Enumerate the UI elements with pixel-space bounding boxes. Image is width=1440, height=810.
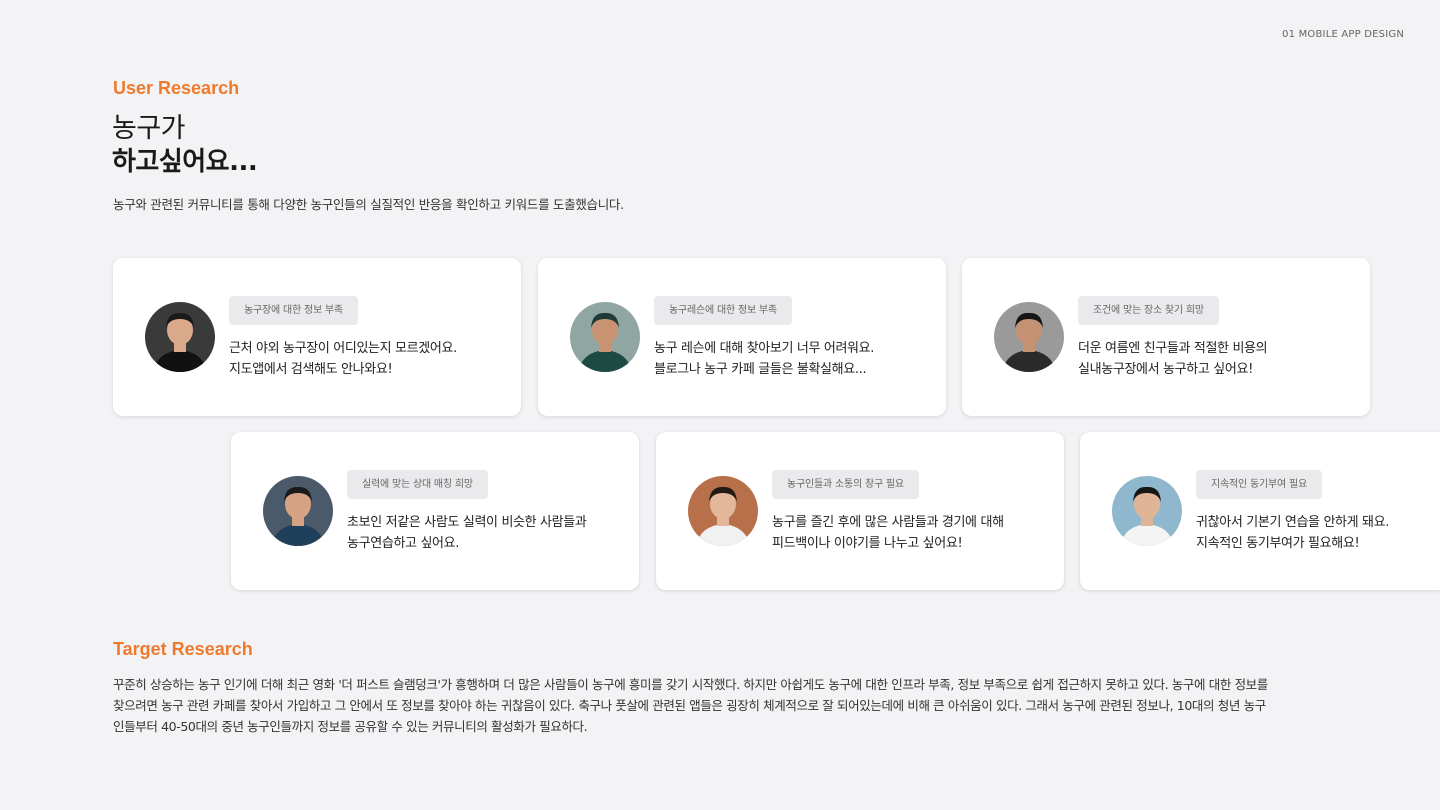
quote-line: 지도앱에서 검색해도 안나와요! [229, 362, 393, 377]
research-card: 지속적인 동기부여 필요귀찮아서 기본기 연습을 안하게 돼요. 지속적인 동기부… [1080, 432, 1440, 590]
user-quote: 초보인 저같은 사람도 실력이 비슷한 사람들과농구연습하고 싶어요. [347, 512, 587, 554]
quote-line: 농구연습하고 싶어요. [347, 536, 460, 551]
headline-line1: 농구가 [112, 113, 186, 144]
user-quote: 근처 야외 농구장이 어디있는지 모르겠어요. 지도앱에서 검색해도 안나와요! [229, 338, 457, 380]
avatar [263, 476, 333, 546]
keyword-tag: 실력에 맞는 상대 매칭 희망 [347, 470, 488, 499]
quote-line: 귀찮아서 기본기 연습을 안하게 돼요. [1196, 515, 1390, 530]
quote-line: 초보인 저같은 사람도 실력이 비슷한 사람들과 [347, 515, 587, 530]
quote-line: 지속적인 동기부여가 필요해요! [1196, 536, 1360, 551]
quote-line: 근처 야외 농구장이 어디있는지 모르겠어요. [229, 341, 457, 356]
user-research-label: User Research [113, 78, 240, 98]
body-line: 인들부터 40-50대의 중년 농구인들까지 정보를 공유할 수 있는 커뮤니티… [113, 719, 588, 734]
headline-line2: 하고싶어요... [112, 147, 258, 177]
quote-line: 더운 여름엔 친구들과 적절한 비용의 [1078, 341, 1268, 356]
avatar [688, 476, 758, 546]
quote-line: 실내농구장에서 농구하고 싶어요! [1078, 362, 1253, 377]
keyword-tag: 조건에 맞는 장소 찾기 희망 [1078, 296, 1219, 325]
keyword-tag: 농구인들과 소통의 창구 필요 [772, 470, 919, 499]
quote-line: 농구 레슨에 대해 찾아보기 너무 어려워요. [654, 341, 875, 356]
avatar [1112, 476, 1182, 546]
target-research-body: 꾸준히 상승하는 농구 인기에 더해 최근 영화 '더 퍼스트 슬램덩크'가 흥… [113, 674, 1343, 737]
user-quote: 더운 여름엔 친구들과 적절한 비용의실내농구장에서 농구하고 싶어요! [1078, 338, 1268, 380]
body-line: 찾으려면 농구 관련 카페를 찾아서 가입하고 그 안에서 또 정보를 찾아야 … [113, 698, 1266, 713]
avatar [570, 302, 640, 372]
keyword-tag: 농구레슨에 대한 정보 부족 [654, 296, 792, 325]
research-card: 농구레슨에 대한 정보 부족농구 레슨에 대해 찾아보기 너무 어려워요. 블로그… [538, 258, 946, 416]
user-quote: 귀찮아서 기본기 연습을 안하게 돼요. 지속적인 동기부여가 필요해요! [1196, 512, 1389, 554]
intro-text: 농구와 관련된 커뮤니티를 통해 다양한 농구인들의 실질적인 반응을 확인하고… [113, 197, 624, 212]
research-card: 농구장에 대한 정보 부족근처 야외 농구장이 어디있는지 모르겠어요. 지도앱에… [113, 258, 521, 416]
user-quote: 농구 레슨에 대해 찾아보기 너무 어려워요. 블로그나 농구 카페 글들은 불확… [654, 338, 874, 380]
quote-line: 피드백이나 이야기를 나누고 싶어요! [772, 536, 963, 551]
target-research-label: Target Research [113, 639, 253, 659]
keyword-tag: 지속적인 동기부여 필요 [1196, 470, 1322, 499]
research-card: 실력에 맞는 상대 매칭 희망초보인 저같은 사람도 실력이 비슷한 사람들과농… [231, 432, 639, 590]
quote-line: 블로그나 농구 카페 글들은 불확실해요... [654, 362, 867, 377]
avatar [145, 302, 215, 372]
research-card: 농구인들과 소통의 창구 필요농구를 즐긴 후에 많은 사람들과 경기에 대해피… [656, 432, 1064, 590]
keyword-tag: 농구장에 대한 정보 부족 [229, 296, 358, 325]
user-quote: 농구를 즐긴 후에 많은 사람들과 경기에 대해피드백이나 이야기를 나누고 싶… [772, 512, 1004, 554]
quote-line: 농구를 즐긴 후에 많은 사람들과 경기에 대해 [772, 515, 1004, 530]
avatar [994, 302, 1064, 372]
body-line: 꾸준히 상승하는 농구 인기에 더해 최근 영화 '더 퍼스트 슬램덩크'가 흥… [113, 677, 1268, 692]
top-label: 01 MOBILE APP DESIGN [1282, 29, 1404, 40]
research-card: 조건에 맞는 장소 찾기 희망더운 여름엔 친구들과 적절한 비용의실내농구장에… [962, 258, 1370, 416]
